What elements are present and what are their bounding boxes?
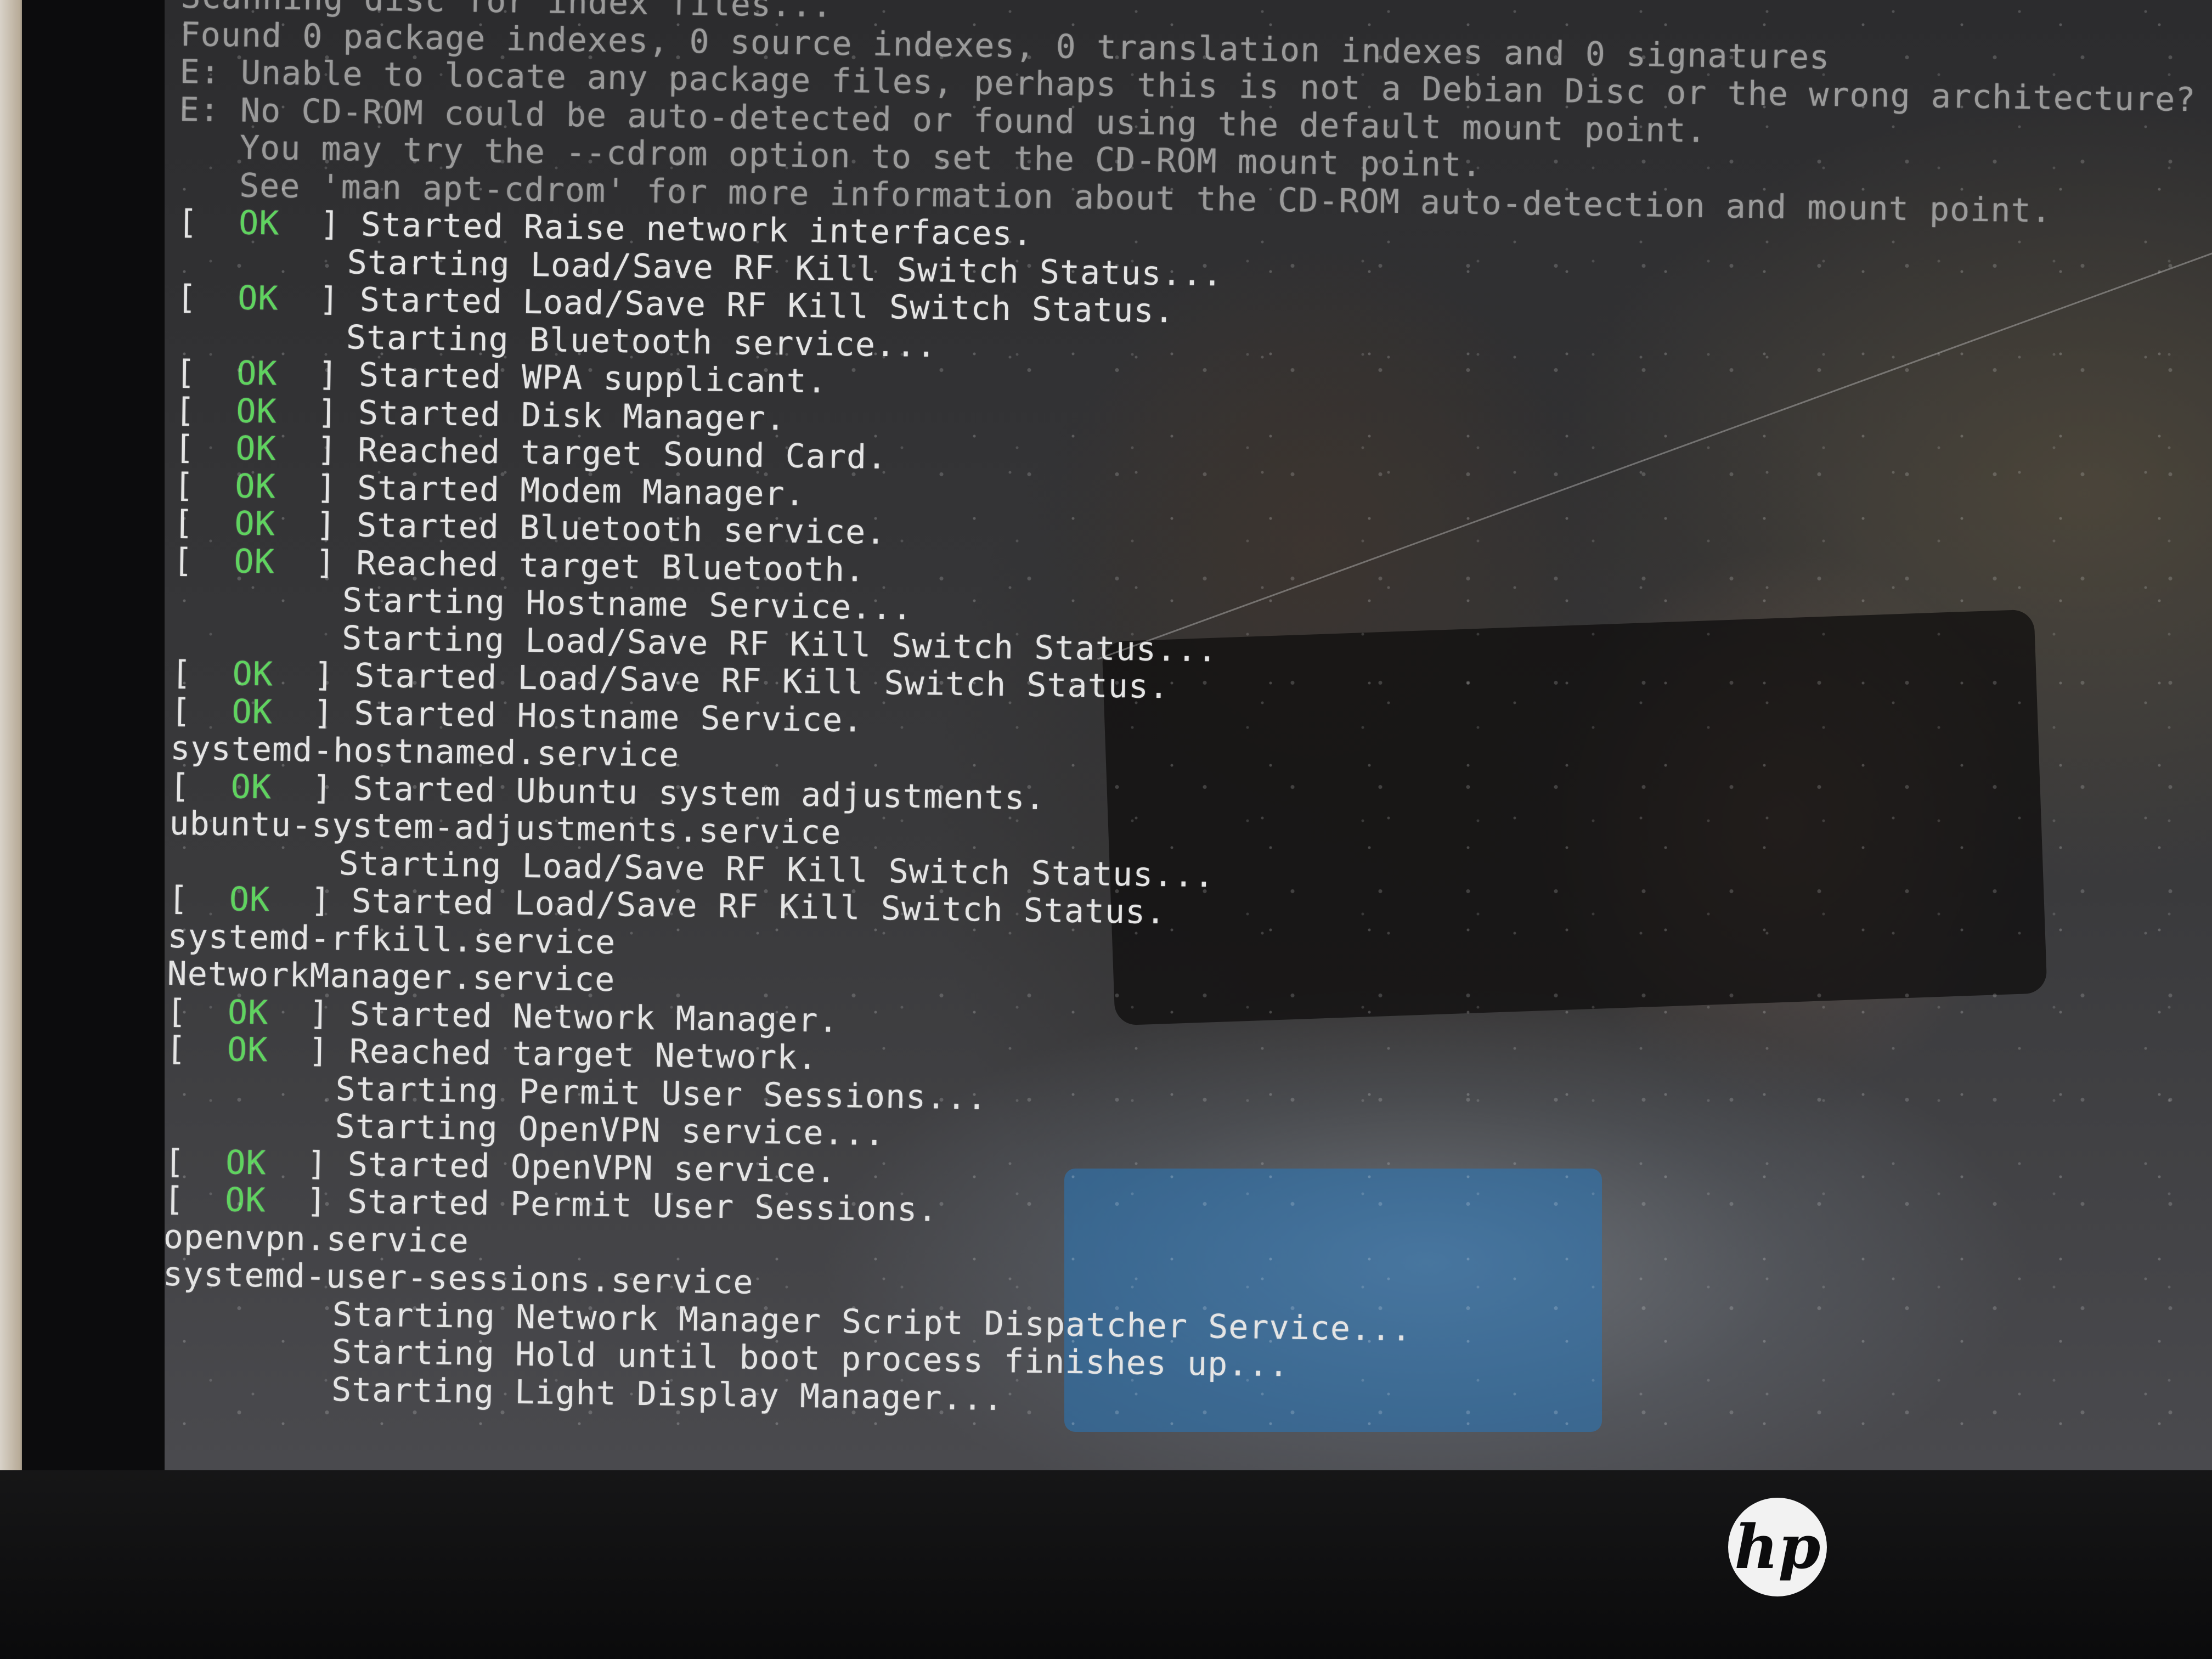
status-bracket: ] [266, 1181, 348, 1221]
status-bracket: ] [273, 655, 355, 695]
status-bracket: [ [174, 391, 236, 430]
status-bracket: ] [267, 1031, 350, 1071]
status-bracket: ] [275, 467, 358, 507]
ok-status-badge: OK [229, 880, 270, 919]
status-bracket: ] [266, 1143, 348, 1183]
status-bracket: [ [168, 879, 230, 919]
ok-status-badge: OK [227, 1030, 268, 1070]
status-bracket: [ [165, 1180, 225, 1220]
laptop-screen: Scanning disc for index files... Found 0 … [165, 0, 2212, 1470]
console-message: Started Modem Manager. [357, 469, 806, 514]
status-bracket: [ [175, 353, 237, 393]
ok-status-badge: OK [234, 466, 276, 506]
status-bracket: [ [166, 1029, 228, 1069]
console-message: NetworkManager.service [167, 954, 616, 1000]
status-bracket: [ [176, 278, 238, 318]
ok-status-badge: OK [235, 391, 278, 431]
status-bracket: ] [268, 993, 351, 1033]
ok-status-badge: OK [225, 1143, 267, 1182]
status-bracket: ] [278, 279, 360, 319]
boot-console: Scanning disc for index files... Found 0 … [165, 0, 2211, 1434]
ok-status-badge: OK [235, 429, 277, 469]
console-message: systemd-user-sessions.service [165, 1255, 754, 1302]
status-bracket: ] [272, 692, 354, 733]
status-bracket: [ [171, 653, 233, 693]
status-bracket: ] [276, 430, 358, 470]
status-bracket: [ [166, 992, 228, 1031]
status-bracket: [ [170, 691, 233, 731]
status-bracket: [ [172, 541, 235, 580]
status-bracket: [ [174, 428, 236, 468]
status-bracket: [ [165, 1142, 226, 1182]
status-bracket: ] [275, 505, 357, 545]
bottom-bezel [0, 1470, 2212, 1659]
status-bracket: [ [169, 766, 232, 806]
console-message: openvpn.service [165, 1217, 470, 1261]
status-bracket: [ [177, 202, 239, 242]
ok-status-badge: OK [227, 992, 269, 1032]
ok-status-badge: OK [232, 692, 273, 731]
ok-status-badge: OK [234, 504, 276, 544]
ok-status-badge: OK [230, 767, 272, 806]
status-bracket: ] [274, 542, 357, 583]
ok-status-badge: OK [234, 541, 275, 581]
status-bracket: ] [276, 392, 359, 432]
hp-logo-icon: hp [1728, 1498, 1827, 1596]
photo-scene: Scanning disc for index files... Found 0 … [0, 0, 2212, 1659]
ok-status-badge: OK [236, 354, 278, 393]
ok-status-badge: OK [237, 279, 279, 318]
status-bracket: ] [279, 204, 362, 244]
status-bracket: ] [271, 768, 354, 808]
brand-logo-text: hp [1734, 1511, 1821, 1582]
ok-status-badge: OK [232, 654, 274, 694]
status-bracket: [ [173, 503, 235, 543]
status-bracket: [ [173, 466, 235, 505]
status-bracket: ] [269, 881, 352, 921]
ok-status-badge: OK [224, 1181, 267, 1220]
ok-status-badge: OK [238, 204, 280, 243]
console-message: Started Disk Manager. [358, 393, 787, 438]
console-message: systemd-rfkill.service [167, 917, 616, 962]
status-bracket: ] [277, 354, 359, 394]
